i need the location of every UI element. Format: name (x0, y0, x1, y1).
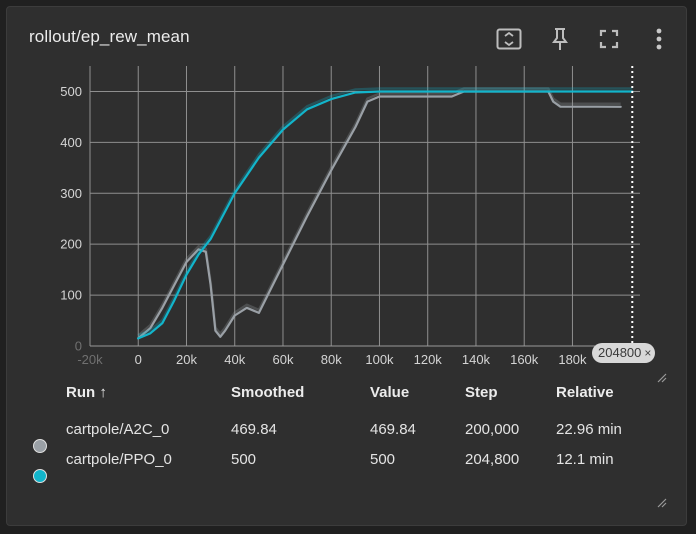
value-cell: 500 (370, 451, 396, 468)
x-tick-label: 120k (414, 352, 443, 367)
line-chart[interactable]: -20k 0 20k 40k 60k 80k 100k 120k 140k 160k 180k010… (0, 0, 696, 380)
relative-cell: 22.96 min (556, 421, 622, 438)
run-color-dot (33, 469, 47, 483)
x-tick-label: 100k (365, 352, 394, 367)
y-tick-label: 500 (60, 84, 82, 99)
run-name: cartpole/A2C_0 (66, 421, 170, 438)
column-header-relative[interactable]: Relative (556, 384, 614, 401)
step-badge-value: 204800 (598, 345, 642, 360)
x-tick-label: 40k (224, 352, 245, 367)
run-name: cartpole/PPO_0 (66, 451, 172, 468)
column-header-run[interactable]: Run ↑ (66, 384, 107, 401)
x-tick-label: 20k (176, 352, 197, 367)
step-badge: 204800 × (592, 343, 656, 363)
y-tick-label: 100 (60, 288, 82, 303)
x-tick-label: 180k (558, 352, 587, 367)
y-tick-label: 0 (75, 339, 82, 354)
step-cell: 204,800 (465, 451, 520, 468)
x-tick-label: 60k (272, 352, 293, 367)
y-tick-label: 300 (60, 186, 82, 201)
x-tick-label: -20k (77, 352, 103, 367)
chart-resize-icon[interactable] (655, 370, 669, 384)
close-icon[interactable]: × (644, 343, 651, 363)
smoothed-value: 469.84 (231, 421, 277, 438)
column-header-step[interactable]: Step (465, 384, 498, 401)
smoothed-value: 500 (231, 451, 257, 468)
y-tick-label: 200 (60, 237, 82, 252)
x-tick-label: 0 (135, 352, 142, 367)
column-header-smoothed[interactable]: Smoothed (231, 384, 304, 401)
x-tick-label: 140k (462, 352, 491, 367)
value-cell: 469.84 (370, 421, 416, 438)
run-color-dot (33, 439, 47, 453)
card-resize-icon[interactable] (655, 495, 669, 509)
step-cell: 200,000 (465, 421, 520, 438)
y-tick-label: 400 (60, 135, 82, 150)
relative-cell: 12.1 min (556, 451, 614, 468)
x-tick-label: 80k (321, 352, 342, 367)
x-tick-label: 160k (510, 352, 539, 367)
column-header-value[interactable]: Value (370, 384, 409, 401)
